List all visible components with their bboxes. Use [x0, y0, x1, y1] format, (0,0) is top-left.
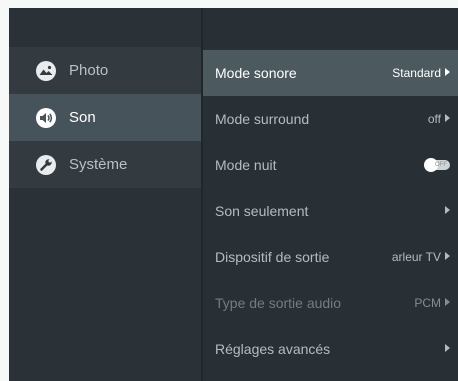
setting-mode-sonore[interactable]: Mode sonore Standard — [203, 50, 458, 96]
tv-settings-screen: Photo Son Système Mode sonore Standard M… — [0, 0, 458, 381]
sidebar-item-photo[interactable]: Photo — [9, 47, 201, 94]
setting-label: Mode nuit — [215, 157, 277, 173]
setting-type-de-sortie-audio: Type de sortie audio PCM — [203, 280, 458, 326]
chevron-right-icon — [445, 344, 450, 352]
sound-settings-panel: Mode sonore Standard Mode surround off M… — [203, 8, 458, 381]
wrench-icon — [36, 155, 56, 175]
sidebar-menu: Photo Son Système — [9, 47, 201, 188]
setting-value: PCM — [414, 296, 441, 310]
setting-label: Dispositif de sortie — [215, 249, 330, 265]
sidebar-item-son[interactable]: Son — [9, 94, 201, 141]
screen-edge-left — [0, 0, 9, 381]
sidebar-item-systeme[interactable]: Système — [9, 141, 201, 188]
speaker-icon — [36, 108, 56, 128]
sidebar-item-label: Son — [69, 109, 96, 126]
setting-reglages-avances[interactable]: Réglages avancés — [203, 326, 458, 372]
setting-mode-surround[interactable]: Mode surround off — [203, 96, 458, 142]
chevron-right-icon — [445, 68, 450, 76]
setting-dispositif-de-sortie[interactable]: Dispositif de sortie arleur TV — [203, 234, 458, 280]
chevron-right-icon — [445, 298, 450, 306]
night-mode-toggle[interactable]: OFF — [424, 158, 450, 172]
setting-label: Mode sonore — [215, 65, 297, 81]
sidebar-item-label: Système — [69, 156, 128, 173]
setting-label: Mode surround — [215, 111, 310, 127]
sidebar: Photo Son Système — [9, 8, 201, 381]
setting-value: off — [427, 112, 441, 126]
chevron-right-icon — [445, 114, 450, 122]
chevron-right-icon — [445, 252, 450, 260]
toggle-state-label: OFF — [435, 162, 447, 168]
screen-edge-top — [0, 0, 458, 8]
photo-icon — [36, 61, 56, 81]
chevron-right-icon — [445, 206, 450, 214]
setting-label: Son seulement — [215, 203, 309, 219]
setting-value: arleur TV — [391, 250, 441, 264]
setting-mode-nuit[interactable]: Mode nuit OFF — [203, 142, 458, 188]
sidebar-item-label: Photo — [69, 62, 109, 79]
setting-son-seulement[interactable]: Son seulement — [203, 188, 458, 234]
setting-value: Standard — [392, 66, 441, 80]
setting-label: Type de sortie audio — [215, 295, 342, 311]
setting-label: Réglages avancés — [215, 341, 331, 357]
